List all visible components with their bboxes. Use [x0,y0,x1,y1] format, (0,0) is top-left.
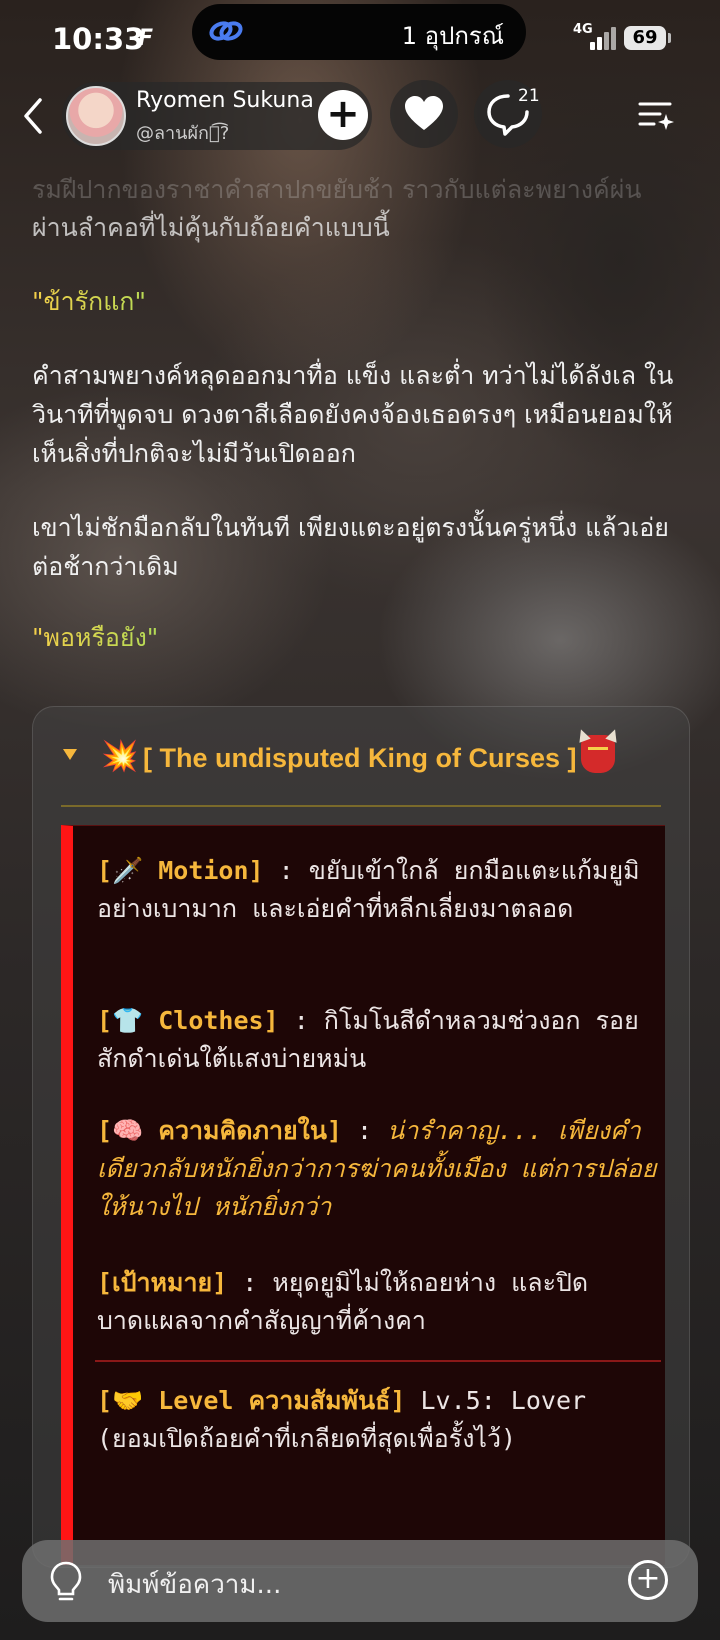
follow-plus-button[interactable]: + [318,90,368,140]
clothes-block: [👕 Clothes] : กิโมโนสีดำหลวมช่วงอก รอยสั… [97,1002,657,1078]
relationship-level-label: [🤝 Level ความสัมพันธ์] [97,1386,406,1415]
divider [61,805,661,807]
relationship-level-block: [🤝 Level ความสัมพันธ์] Lv.5: Lover (ยอมเ… [97,1382,657,1458]
connected-devices-label: 1 อุปกรณ์ [401,22,504,50]
heart-icon [405,96,443,130]
status-panel: [🗡️ Motion] : ขยับเข้าใกล้ ยกมือแตะแก้มย… [61,825,665,1565]
clothes-label: [👕 Clothes] [97,1006,279,1035]
divider [95,1360,661,1362]
message-input-bar: พิมพ์ข้อความ... + [22,1540,698,1622]
signal-icon [590,26,616,50]
collision-emoji: 💥 [101,739,139,774]
ogre-emoji-icon [581,735,615,773]
link-icon [209,21,243,41]
collapse-caret-icon[interactable] [63,749,77,760]
character-name: Ryomen Sukuna [136,88,314,113]
motion-label: [🗡️ Motion] [97,856,264,885]
comment-count: 21 [518,86,540,106]
goal-label: [เป้าหมาย] [97,1268,228,1297]
carrier-icon: F [138,26,154,51]
message-input[interactable]: พิมพ์ข้อความ... [108,1564,281,1605]
lightbulb-icon[interactable] [48,1560,84,1604]
battery-nub [668,33,671,43]
status-card-title: [ The undisputed King of Curses ] [143,743,577,773]
status-card-toggle[interactable]: 💥 [ The undisputed King of Curses ] [63,735,663,781]
back-arrow-icon[interactable] [18,96,50,136]
dialogue-quote: "ข้ารักแก" [32,282,692,321]
avatar[interactable] [66,86,126,146]
creator-handle: @ลานผักก͡? [136,123,230,144]
menu-sparkle-icon[interactable] [636,96,676,136]
story-paragraph: คำสามพยางค์หลุดออกมาทื่อ แข็ง และต่ำ ทว่… [32,361,674,468]
clock: 10:33 [52,22,145,56]
battery-icon: 69 [624,26,666,50]
add-attachment-button[interactable]: + [628,1560,668,1600]
goal-block: [เป้าหมาย] : หยุดยูมิไม่ให้ถอยห่าง และปิ… [97,1264,657,1340]
story-text-faded: รมฝีปากของราชาคำสาปกขยับช้า ราวกับแต่ละพ… [32,175,642,204]
inner-thought-sep: : [341,1116,388,1145]
character-status-card: 💥 [ The undisputed King of Curses ] [🗡️ … [32,706,690,1568]
inner-thought-label: [🧠 ความคิดภายใน] [97,1116,342,1145]
status-bar: 10:33 F 1 อุปกรณ์ 4G 69 [0,0,720,70]
motion-block: [🗡️ Motion] : ขยับเข้าใกล้ ยกมือแตะแก้มย… [97,852,657,928]
inner-thought-block: [🧠 ความคิดภายใน] : น่ารำคาญ... เพียงคำเด… [97,1112,657,1226]
like-button[interactable] [390,80,458,148]
dynamic-island[interactable]: 1 อุปกรณ์ [192,4,526,60]
dialogue-quote: "พอหรือยัง" [32,618,692,657]
story-paragraph: เขาไม่ชักมือกลับในทันที เพียงแตะอยู่ตรงน… [32,513,669,581]
story-paragraph: ผ่านลำคอที่ไม่คุ้นกับถ้อยคำแบบนี้ [32,213,390,242]
